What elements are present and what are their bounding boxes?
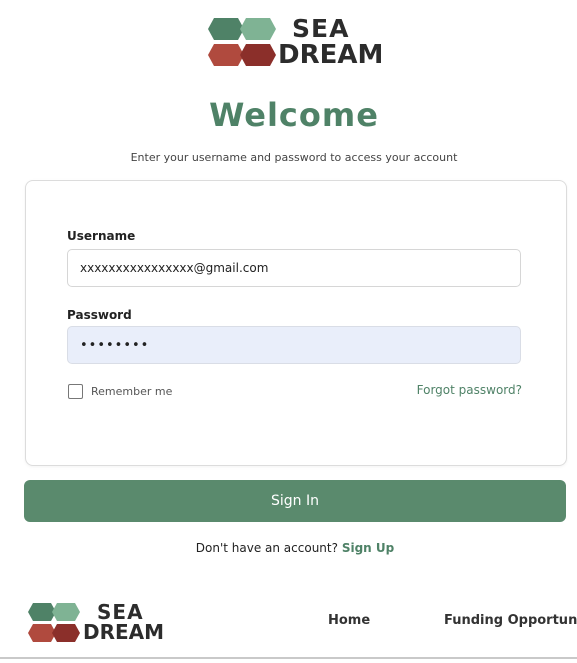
username-field[interactable]: xxxxxxxxxxxxxxxx@gmail.com [67,249,521,287]
logo-text-sea: SEA [97,600,144,624]
forgot-password-link[interactable]: Forgot password? [417,383,522,397]
nav-item-funding-opportunities[interactable]: Funding Opportuni [444,613,577,628]
password-field[interactable]: •••••••• [67,326,521,364]
page-subtitle: Enter your username and password to acce… [130,151,458,164]
hexagon-logo-icon [28,603,80,642]
remember-me[interactable]: Remember me [68,384,172,399]
hexagon-logo-icon [208,18,276,66]
remember-me-label: Remember me [91,385,173,398]
sign-in-button[interactable]: Sign In [24,480,566,522]
signup-prompt: Don't have an account? Sign Up [0,541,577,555]
remember-me-checkbox[interactable] [68,384,83,399]
logo-text-dream: DREAM [278,40,384,70]
signup-prompt-text: Don't have an account? [195,541,338,555]
username-label: Username [67,229,136,243]
navbar-divider [0,657,577,659]
password-value: •••••••• [80,337,150,353]
navbar-logo[interactable]: SEA DREAM [25,600,175,646]
login-card [25,180,567,466]
password-label: Password [67,308,132,322]
nav-item-home[interactable]: Home [328,613,370,628]
page-title: Welcome [209,96,379,134]
username-value: xxxxxxxxxxxxxxxx@gmail.com [80,261,269,275]
sign-up-link[interactable]: Sign Up [342,541,394,555]
logo-text-sea: SEA [292,14,350,43]
logo: SEA DREAM [204,14,394,70]
logo-text-dream: DREAM [83,620,165,644]
